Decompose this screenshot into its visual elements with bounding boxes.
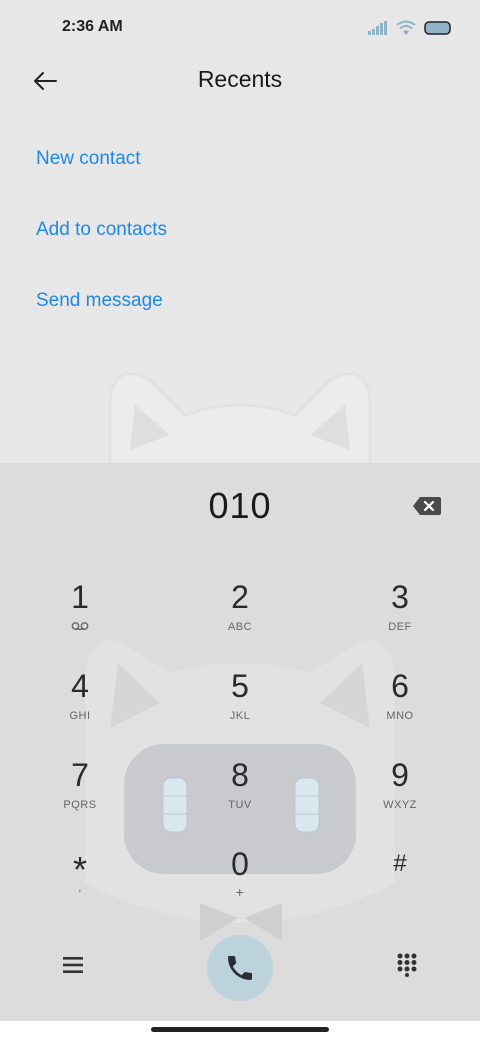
backspace-button[interactable] <box>412 495 442 517</box>
key-digit: # <box>393 850 407 877</box>
key-7[interactable]: 7 PQRS <box>20 753 140 837</box>
key-letters: GHI <box>69 710 91 722</box>
key-letters: , <box>78 882 82 894</box>
key-4[interactable]: 4 GHI <box>20 664 140 748</box>
key-0[interactable]: 0 + <box>180 842 300 926</box>
key-hash[interactable]: # <box>340 842 460 926</box>
key-digit: 5 <box>231 668 249 704</box>
send-message-link[interactable]: Send message <box>36 290 163 312</box>
key-letters: + <box>235 884 245 900</box>
navigation-bar <box>0 1021 480 1040</box>
mascot-illustration <box>108 371 372 463</box>
key-2[interactable]: 2 ABC <box>180 575 300 659</box>
key-letters: TUV <box>228 799 252 811</box>
dialed-number: 010 <box>208 485 272 526</box>
key-digit: 2 <box>231 579 249 615</box>
status-bar: 2:36 AM <box>0 0 480 56</box>
key-8[interactable]: 8 TUV <box>180 753 300 837</box>
header: Recents <box>0 56 480 106</box>
key-star[interactable]: * , <box>20 842 140 926</box>
page-title: Recents <box>197 66 283 92</box>
key-letters: JKL <box>229 710 251 722</box>
key-letters: MNO <box>386 710 414 722</box>
backspace-icon <box>413 497 441 515</box>
signal-icon <box>368 21 387 35</box>
phone-icon <box>228 956 252 980</box>
new-contact-link[interactable]: New contact <box>36 148 141 170</box>
key-digit: 7 <box>71 757 89 793</box>
battery-icon <box>424 21 451 35</box>
recents-screen: 2:36 AM Recents New contact Add to conta… <box>0 0 480 463</box>
dialer-panel: 010 1 2 ABC 3 DEF 4 GHI 5 JKL 6 MNO 7 PQ… <box>0 463 480 1021</box>
key-6[interactable]: 6 MNO <box>340 664 460 748</box>
key-letters: ABC <box>227 621 253 633</box>
key-digit: 4 <box>71 668 89 704</box>
key-5[interactable]: 5 JKL <box>180 664 300 748</box>
key-3[interactable]: 3 DEF <box>340 575 460 659</box>
add-to-contacts-link[interactable]: Add to contacts <box>36 219 167 241</box>
dialpad-icon <box>397 953 417 977</box>
key-digit: 3 <box>391 579 409 615</box>
status-icons <box>368 18 452 38</box>
wifi-icon <box>396 20 416 35</box>
voicemail-icon <box>71 622 89 630</box>
call-button[interactable] <box>207 935 273 1001</box>
key-digit: 8 <box>231 757 249 793</box>
key-digit: 0 <box>231 846 249 882</box>
menu-button[interactable] <box>49 941 97 989</box>
key-letters: WXYZ <box>383 799 417 811</box>
key-digit: 1 <box>71 579 89 615</box>
key-letters: DEF <box>388 621 412 633</box>
key-digit: 6 <box>391 668 409 704</box>
home-indicator[interactable] <box>151 1027 329 1032</box>
dialpad-button[interactable] <box>383 941 431 989</box>
key-letters: PQRS <box>63 799 97 811</box>
key-digit: 9 <box>391 757 409 793</box>
menu-icon <box>63 957 83 973</box>
key-1[interactable]: 1 <box>20 575 140 659</box>
key-9[interactable]: 9 WXYZ <box>340 753 460 837</box>
status-time: 2:36 AM <box>62 18 123 35</box>
key-letters <box>71 621 89 635</box>
